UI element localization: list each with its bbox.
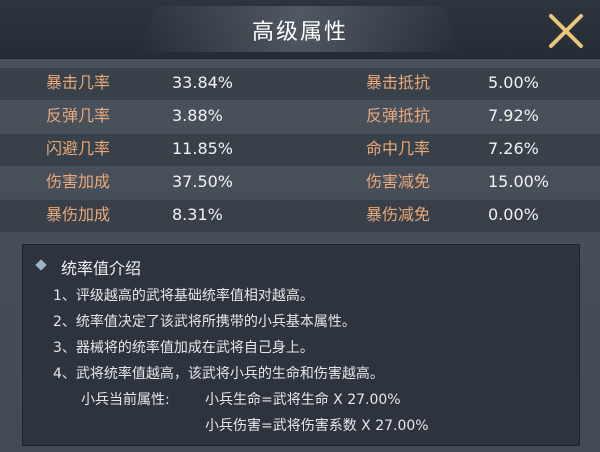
info-title: 统率值介绍 bbox=[61, 259, 142, 278]
stat-value: 7.92% bbox=[488, 106, 539, 125]
command-info-box: 统率值介绍 1、评级越高的武将基础统率值相对越高。 2、统率值决定了该武将所携带… bbox=[22, 244, 580, 446]
stat-label: 闪避几率 bbox=[46, 139, 111, 158]
stat-value: 15.00% bbox=[488, 172, 550, 191]
info-line: 4、武将统率值越高，该武将小兵的生命和伤害越高。 bbox=[53, 366, 384, 382]
info-line: 2、统率值决定了该武将所携带的小兵基本属性。 bbox=[53, 314, 356, 330]
stat-label: 反弹几率 bbox=[46, 106, 111, 125]
stat-label: 伤害加成 bbox=[46, 172, 111, 191]
stat-value: 7.26% bbox=[488, 139, 539, 158]
diamond-bullet-icon bbox=[35, 259, 47, 271]
stat-label: 命中几率 bbox=[366, 139, 431, 158]
stat-value: 37.50% bbox=[172, 172, 234, 191]
formula-hp: 小兵生命=武将生命 X 27.00% bbox=[205, 392, 401, 408]
stat-value: 5.00% bbox=[488, 73, 539, 92]
stat-value: 3.88% bbox=[172, 106, 223, 125]
close-x-icon[interactable] bbox=[547, 12, 585, 50]
stat-label: 暴击几率 bbox=[46, 73, 111, 92]
stat-label: 反弹抵抗 bbox=[366, 106, 431, 125]
stat-value: 0.00% bbox=[488, 205, 539, 224]
stat-label: 暴伤加成 bbox=[46, 205, 111, 224]
stat-label: 暴伤减免 bbox=[366, 205, 431, 224]
panel-header: 高级属性 bbox=[0, 0, 600, 59]
info-line: 3、器械将的统率值加成在武将自己身上。 bbox=[53, 340, 314, 356]
stat-label: 伤害减免 bbox=[366, 172, 431, 191]
formula-label: 小兵当前属性: bbox=[81, 392, 170, 408]
formula-damage: 小兵伤害=武将伤害系数 X 27.00% bbox=[205, 418, 429, 434]
stat-value: 8.31% bbox=[172, 205, 223, 224]
stat-value: 33.84% bbox=[172, 73, 234, 92]
stat-value: 11.85% bbox=[172, 139, 234, 158]
panel-title: 高级属性 bbox=[251, 20, 348, 45]
advanced-attributes-panel: 高级属性 暴击几率 33.84% 暴击抵抗 5.00% 反弹几率 3.88% 反… bbox=[0, 0, 600, 452]
stat-label: 暴击抵抗 bbox=[366, 73, 431, 92]
info-line: 1、评级越高的武将基础统率值相对越高。 bbox=[53, 288, 314, 304]
